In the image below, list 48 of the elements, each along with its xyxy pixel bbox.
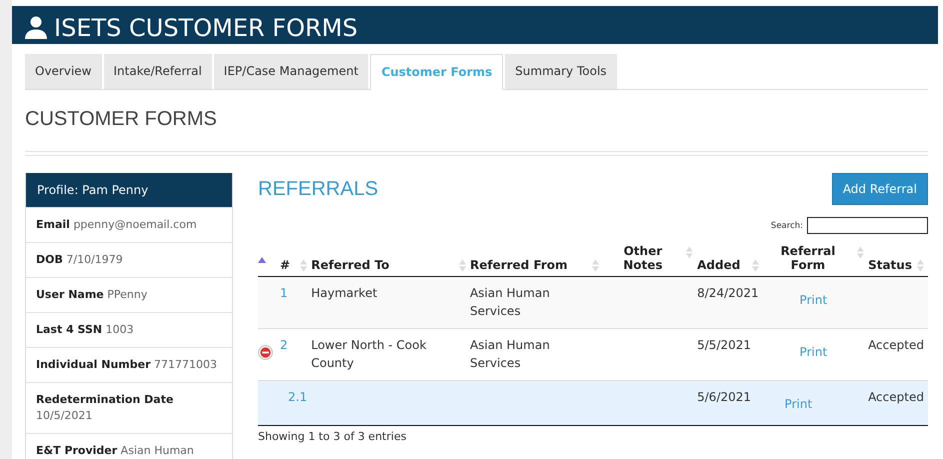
page-title: CUSTOMER FORMS <box>25 108 218 131</box>
search-label: Search: <box>770 220 803 230</box>
profile-field: E&T Provider Asian Human <box>26 433 232 459</box>
tab[interactable]: Summary Tools <box>505 54 617 89</box>
section-title: REFERRALS <box>258 178 378 200</box>
table-cell: Asian Human Services <box>470 338 550 370</box>
sort-icon[interactable] <box>300 259 308 272</box>
add-referral-button[interactable]: Add Referral <box>832 173 928 205</box>
app-title: ISETS CUSTOMER FORMS <box>54 13 358 44</box>
sort-icon[interactable] <box>458 259 466 272</box>
column-header[interactable]: # <box>280 258 290 272</box>
row-number: 1 <box>280 286 288 300</box>
table-cell: 5/6/2021 <box>697 390 752 404</box>
profile-field: DOB 7/10/1979 <box>26 242 232 277</box>
sort-icon[interactable] <box>686 246 694 259</box>
table-cell: Accepted <box>868 338 924 352</box>
table-cell: Asian Human Services <box>470 286 550 318</box>
column-header[interactable]: Other Notes <box>603 244 682 272</box>
column-header[interactable]: Referral Form <box>762 244 854 272</box>
table-info: Showing 1 to 3 of 3 entries <box>258 430 408 443</box>
profile-header: Profile: Pam Penny <box>26 173 232 207</box>
column-header[interactable]: Added <box>697 258 740 272</box>
sort-icon[interactable] <box>917 259 924 272</box>
tab[interactable]: IEP/Case Management <box>214 54 368 89</box>
column-header[interactable]: Status <box>868 258 912 272</box>
sort-icon[interactable] <box>857 246 864 259</box>
row-number: 2 <box>280 338 288 352</box>
sort-icon[interactable] <box>752 259 759 272</box>
table-cell: Haymarket <box>311 286 378 300</box>
row-number: 2.1 <box>288 390 308 404</box>
table-cell: 5/5/2021 <box>697 338 752 352</box>
profile-field: Redetermination Date 10/5/2021 <box>26 382 232 433</box>
sort-icon[interactable] <box>592 259 600 272</box>
table-cell: 8/24/2021 <box>697 286 759 300</box>
collapse-icon[interactable] <box>258 344 273 360</box>
sort-ascending-icon[interactable] <box>258 257 266 263</box>
user-icon <box>24 15 48 39</box>
profile-field: Individual Number 771771003 <box>26 347 232 382</box>
tab[interactable]: Overview <box>25 54 102 89</box>
profile-field: User Name PPenny <box>26 277 232 312</box>
table-cell: Lower North - Cook County <box>311 338 426 370</box>
column-header[interactable]: Referred From <box>470 258 568 272</box>
column-header[interactable]: Referred To <box>311 258 390 272</box>
table-cell: Accepted <box>868 390 924 404</box>
tab[interactable]: Intake/Referral <box>104 54 212 89</box>
profile-field: Last 4 SSN 1003 <box>26 312 232 347</box>
search-field[interactable] <box>807 217 928 234</box>
profile-field: Email ppenny@noemail.com <box>26 207 232 242</box>
